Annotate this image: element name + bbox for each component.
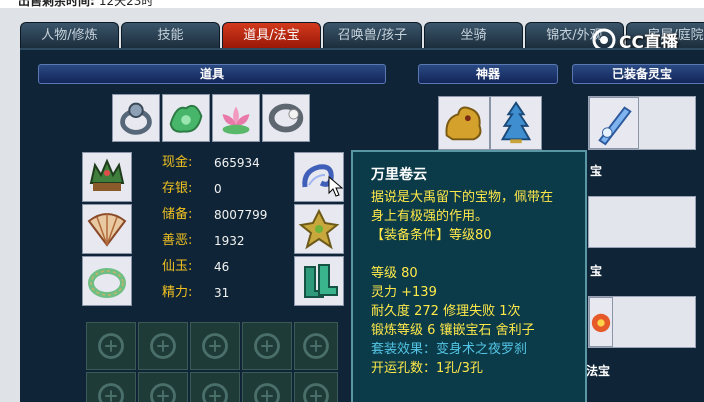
empty-slot-emblem-icon [254, 333, 280, 359]
stat-deposit: 存银: 0 [162, 176, 292, 202]
stat-label: 储备: [162, 207, 193, 222]
inventory-cell[interactable] [138, 372, 188, 402]
empty-slot-emblem-icon [98, 333, 124, 359]
section-title-partial-3: 法宝 [586, 364, 611, 378]
silver-ring-icon [120, 102, 152, 135]
inventory-grid [86, 322, 338, 402]
artifact-slot-2[interactable] [490, 96, 542, 150]
ring-slot-4[interactable] [262, 94, 310, 142]
helmet-slot[interactable] [82, 152, 132, 202]
lingbao-slot-1[interactable] [589, 97, 639, 149]
stat-reserve: 储备: 8007799 [162, 202, 292, 228]
inventory-cell[interactable] [138, 322, 188, 370]
belt-slot[interactable] [82, 256, 132, 306]
inventory-cell[interactable] [242, 322, 292, 370]
jade-bracelet-icon [88, 268, 126, 298]
boots-slot[interactable] [294, 256, 344, 306]
tab-pets[interactable]: 召唤兽/孩子 [323, 22, 422, 48]
empty-slot-emblem-icon [202, 333, 228, 359]
stat-value: 8007799 [214, 208, 268, 222]
fire-orb-icon [591, 313, 611, 333]
empty-slot-emblem-icon [254, 383, 280, 402]
inventory-cell[interactable] [190, 322, 240, 370]
lotus-ornament-icon [222, 106, 250, 135]
tooltip-lingli: 灵力 +139 [371, 285, 437, 300]
tab-character[interactable]: 人物/修炼 [20, 22, 119, 48]
inventory-cell[interactable] [86, 322, 136, 370]
tab-skills[interactable]: 技能 [121, 22, 220, 48]
tooltip-durability: 耐久度 272 修理失败 1次 [371, 304, 521, 319]
stat-energy: 精力: 31 [162, 280, 292, 306]
section-title-partial-2: 宝 [590, 264, 603, 278]
currency-stats: 现金: 665934 存银: 0 储备: 8007799 善恶: 1932 仙玉… [162, 150, 292, 306]
stat-value: 1932 [214, 234, 245, 248]
inventory-cell[interactable] [294, 322, 338, 370]
crystal-sword-icon [598, 106, 632, 146]
weapon-slot[interactable] [82, 204, 132, 254]
stat-label: 现金: [162, 155, 193, 170]
section-header-items: 道具 [38, 64, 386, 84]
empty-slot-emblem-icon [303, 333, 329, 359]
sale-time-label: 出售剩余时间: [18, 0, 95, 8]
golden-armor-icon [298, 208, 340, 250]
empty-slot-emblem-icon [98, 383, 124, 402]
inventory-cell[interactable] [294, 372, 338, 402]
golden-beast-icon [445, 106, 482, 141]
mouse-cursor-icon [328, 176, 344, 197]
tooltip-level: 等级 80 [371, 266, 418, 281]
stat-label: 善恶: [162, 233, 193, 248]
stat-value: 31 [214, 286, 230, 300]
tab-items[interactable]: 道具/法宝 [222, 22, 321, 48]
fabao-slot-row [588, 296, 696, 348]
ring-slot-2[interactable] [162, 94, 210, 142]
empty-slot-emblem-icon [150, 333, 176, 359]
sale-remaining-time: 出售剩余时间: 12天23时 [0, 0, 704, 8]
tooltip-desc-line-1: 据说是大禹留下的宝物，佩带在 [371, 190, 554, 205]
empty-slot-emblem-icon [202, 383, 228, 402]
item-tooltip: 万里卷云 据说是大禹留下的宝物，佩带在 身上有极强的作用。 【装备条件】等级80… [351, 150, 587, 402]
pearl-ring-icon [268, 103, 304, 133]
stat-cash: 现金: 665934 [162, 150, 292, 176]
section-title-partial-1: 宝 [590, 164, 603, 178]
ring-slot-3[interactable] [212, 94, 260, 142]
empty-slot-emblem-icon [303, 383, 329, 402]
section-header-artifact: 神器 [418, 64, 558, 84]
jade-ornament-icon [169, 104, 203, 133]
empty-slot-emblem-icon [150, 383, 176, 402]
stat-value: 0 [214, 182, 222, 196]
stat-label: 精力: [162, 285, 193, 300]
artifact-slot-1[interactable] [438, 96, 490, 150]
green-boots-icon [304, 264, 338, 298]
stat-label: 存银: [162, 181, 193, 196]
stat-value: 665934 [214, 156, 260, 170]
tooltip-requirement: 【装备条件】等级80 [371, 228, 492, 243]
tooltip-set-effect: 套装效果：变身术之夜罗刹 [371, 342, 528, 357]
tab-mounts[interactable]: 坐骑 [424, 22, 523, 48]
sale-time-value: 12天23时 [98, 0, 154, 8]
pagoda-artifact-icon [500, 101, 532, 144]
inventory-cell[interactable] [86, 372, 136, 402]
stat-karma: 善恶: 1932 [162, 228, 292, 254]
fabao-slot-1[interactable] [589, 297, 613, 347]
ring-slot-1[interactable] [112, 94, 160, 142]
fan-weapon-icon [87, 213, 127, 247]
stat-label: 仙玉: [162, 259, 193, 274]
lingbao-panel: 宝 宝 法宝 [576, 50, 704, 402]
crown-helmet-icon [89, 158, 125, 191]
lingbao-empty-block-1 [588, 196, 696, 248]
inventory-cell[interactable] [242, 372, 292, 402]
tooltip-holes: 开运孔数：1孔/3孔 [371, 361, 483, 376]
tooltip-forge: 锻炼等级 6 镶嵌宝石 舍利子 [371, 323, 535, 338]
tooltip-spacer [371, 245, 585, 264]
tooltip-desc-line-2: 身上有极强的作用。 [371, 209, 489, 224]
tooltip-item-name: 万里卷云 [371, 167, 427, 183]
stat-value: 46 [214, 260, 230, 274]
armor-slot[interactable] [294, 204, 344, 254]
lingbao-slot-row [588, 96, 696, 150]
stat-jade: 仙玉: 46 [162, 254, 292, 280]
inventory-cell[interactable] [190, 372, 240, 402]
